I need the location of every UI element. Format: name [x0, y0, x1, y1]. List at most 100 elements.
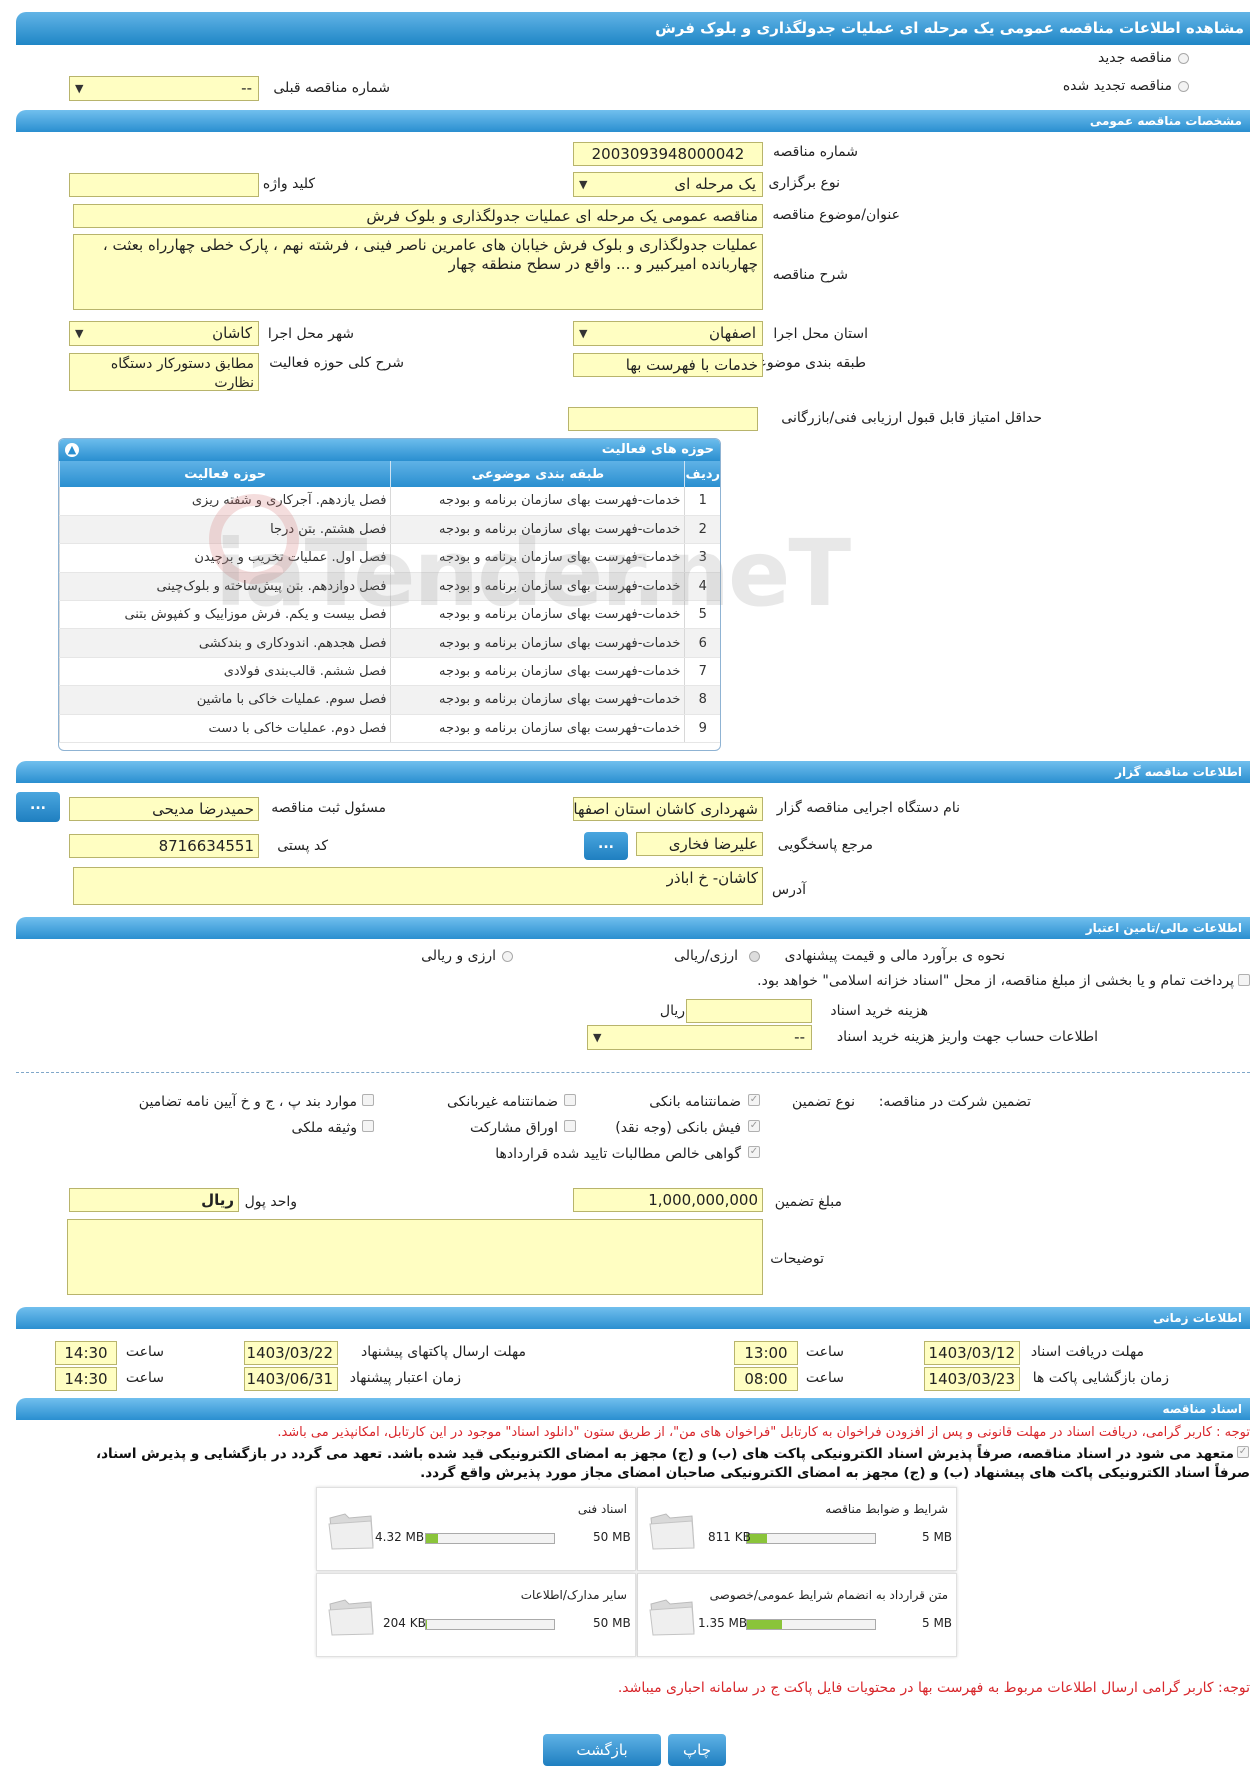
activity-grid-title: حوزه های فعالیت: [601, 442, 714, 457]
opt4-label: فیش بانکی (وجه نقد): [615, 1120, 741, 1136]
min-score-field[interactable]: [568, 407, 758, 431]
commit-text-1: متعهد می شود در اسناد مناقصه، صرفاً پذیر…: [95, 1446, 1234, 1462]
keyword-field[interactable]: [69, 173, 259, 197]
section-organizer: اطلاعات مناقصه گزار: [16, 761, 1250, 783]
tender-number-label: شماره مناقصه: [773, 144, 858, 160]
amount-label: مبلغ تضمین: [774, 1194, 842, 1210]
valid-time[interactable]: 14:30: [55, 1367, 117, 1391]
radio-renewed-tender[interactable]: [1178, 81, 1189, 92]
opt7-checkbox[interactable]: ✓: [748, 1146, 760, 1158]
type-select[interactable]: یک مرحله ای ▼: [573, 172, 763, 197]
chevron-down-icon: ▼: [579, 178, 588, 191]
section-general: مشخصات مناقصه عمومی: [16, 110, 1250, 132]
doc-receive-time[interactable]: 13:00: [734, 1341, 798, 1365]
table-row: 1 خدمات-فهرست بهای سازمان برنامه و بودجه ف…: [59, 487, 720, 516]
open-date[interactable]: 1403/03/23: [924, 1367, 1020, 1391]
description-field[interactable]: عملیات جدولگذاری و بلوک فرش خیابان های ع…: [73, 234, 763, 310]
folder-icon: [328, 1599, 374, 1636]
doc-fee-field[interactable]: [686, 999, 812, 1023]
row-scope: فصل ششم. قالب‌بندی فولادی: [59, 657, 391, 687]
valid-time-label: ساعت: [125, 1370, 164, 1386]
address-label: آدرس: [772, 882, 806, 898]
commit-text-2: صرفاً اسناد الکترونیکی پاکت های پیشنهاد …: [420, 1465, 1250, 1481]
row-number: 6: [684, 628, 720, 658]
send-time[interactable]: 14:30: [55, 1341, 117, 1365]
opt5-label: اوراق مشارکت: [469, 1120, 558, 1136]
collapse-icon[interactable]: ▲: [65, 443, 79, 457]
opt1-checkbox[interactable]: ✓: [748, 1094, 760, 1106]
chevron-down-icon: ▼: [579, 327, 588, 340]
doc-receive-label: مهلت دریافت اسناد: [1030, 1344, 1144, 1360]
row-category: خدمات-فهرست بهای سازمان برنامه و بودجه: [390, 685, 685, 715]
radio-new-tender[interactable]: [1178, 53, 1189, 64]
registrar-field[interactable]: حمیدرضا مدیحی: [69, 797, 259, 821]
send-time-label: ساعت: [125, 1344, 164, 1360]
address-field[interactable]: کاشان- خ اباذر: [73, 867, 763, 905]
responder-field[interactable]: علیرضا فخاری: [636, 832, 763, 856]
amount-field[interactable]: 1,000,000,000: [573, 1188, 763, 1212]
opt6-checkbox[interactable]: [362, 1120, 374, 1132]
opt5-checkbox[interactable]: [564, 1120, 576, 1132]
progress-bar: [746, 1533, 876, 1544]
page-title: مشاهده اطلاعات مناقصه عمومی یک مرحله ای …: [16, 12, 1250, 45]
postal-field[interactable]: 8716634551: [69, 834, 259, 858]
back-button[interactable]: بازگشت: [543, 1734, 661, 1766]
city-label: شهر محل اجرا: [267, 326, 354, 342]
notes-field[interactable]: [67, 1219, 763, 1295]
account-select[interactable]: -- ▼: [587, 1025, 812, 1050]
doc-fee-label: هزینه خرید اسناد: [830, 1003, 928, 1019]
subject-field[interactable]: مناقصه عمومی یک مرحله ای عملیات جدولگذار…: [73, 204, 763, 228]
progress-bar: [746, 1619, 876, 1630]
send-date[interactable]: 1403/03/22: [244, 1341, 338, 1365]
opt3-label: موارد بند پ ، ج و خ آیین نامه تضامین: [138, 1094, 357, 1110]
file-card-technical[interactable]: اسناد فنی 50 MB 4.32 MB: [316, 1487, 636, 1571]
print-button[interactable]: چاپ: [668, 1734, 726, 1766]
chevron-down-icon: ▼: [75, 327, 84, 340]
chevron-down-icon: ▼: [593, 1031, 602, 1044]
category-field[interactable]: خدمات با فهرست بها: [573, 353, 763, 377]
registrar-lookup-button[interactable]: ...: [16, 792, 60, 822]
category-label: طبقه بندی موضوعی: [746, 355, 866, 371]
currency-field[interactable]: ریال: [69, 1188, 239, 1212]
opt3-checkbox[interactable]: [362, 1094, 374, 1106]
file-card-terms[interactable]: شرایط و ضوابط مناقصه 5 MB 811 KB: [637, 1487, 957, 1571]
opt4-checkbox[interactable]: ✓: [748, 1120, 760, 1132]
chevron-down-icon: ▼: [75, 82, 84, 95]
province-select[interactable]: اصفهان ▼: [573, 321, 763, 346]
doc-receive-time-label: ساعت: [805, 1344, 844, 1360]
guarantee-label: تضمین شرکت در مناقصه:: [878, 1094, 1031, 1110]
opt7-label: گواهی خالص مطالبات تایید شده قراردادها: [495, 1146, 741, 1162]
open-time-label: ساعت: [805, 1370, 844, 1386]
table-row: 7 خدمات-فهرست بهای سازمان برنامه و بودجه ف…: [59, 657, 720, 687]
opt2-label: ضمانتنامه غیربانکی: [446, 1094, 558, 1110]
scope-field[interactable]: مطابق دستورکار دستگاه نظارت: [69, 353, 259, 391]
section-documents: اسناد مناقصه: [16, 1398, 1250, 1420]
opt2-checkbox[interactable]: [564, 1094, 576, 1106]
radio-rial[interactable]: [749, 951, 760, 962]
row-category: خدمات-فهرست بهای سازمان برنامه و بودجه: [390, 628, 685, 658]
commit-checkbox[interactable]: ✓: [1237, 1446, 1249, 1458]
progress-bar: [425, 1533, 555, 1544]
min-score-label: حداقل امتیاز قابل قبول ارزیابی فنی/بازرگ…: [781, 410, 1042, 426]
description-label: شرح مناقصه: [772, 267, 848, 283]
type-label: نوع برگزاری: [768, 175, 840, 191]
radio-fx[interactable]: [502, 951, 513, 962]
file-card-other[interactable]: سایر مدارک/اطلاعات 50 MB 204 KB: [316, 1573, 636, 1657]
city-select[interactable]: کاشان ▼: [69, 321, 259, 346]
valid-date[interactable]: 1403/06/31: [244, 1367, 338, 1391]
row-scope: فصل سوم. عملیات خاکی با ماشین: [59, 685, 391, 715]
docs-note-2: توجه: کاربر گرامی ارسال اطلاعات مربوط به…: [617, 1680, 1250, 1696]
file-card-contract[interactable]: متن قرارداد به انضمام شرایط عمومی/خصوصی …: [637, 1573, 957, 1657]
col-row: ردیف: [684, 461, 720, 487]
col-scope: حوزه فعالیت: [59, 461, 391, 487]
org-field[interactable]: شهرداری کاشان استان اصفهان: [573, 797, 763, 821]
doc-receive-date[interactable]: 1403/03/12: [924, 1341, 1020, 1365]
progress-bar: [425, 1619, 555, 1630]
org-label: نام دستگاه اجرایی مناقصه گزار: [776, 800, 960, 816]
tender-number-field[interactable]: 2003093948000042: [573, 142, 763, 166]
prev-number-select[interactable]: -- ▼: [69, 76, 259, 101]
open-time[interactable]: 08:00: [734, 1367, 798, 1391]
responder-lookup-button[interactable]: ...: [584, 832, 628, 860]
rial-unit-label: ریال: [659, 1003, 685, 1019]
treasury-checkbox[interactable]: [1238, 974, 1250, 986]
